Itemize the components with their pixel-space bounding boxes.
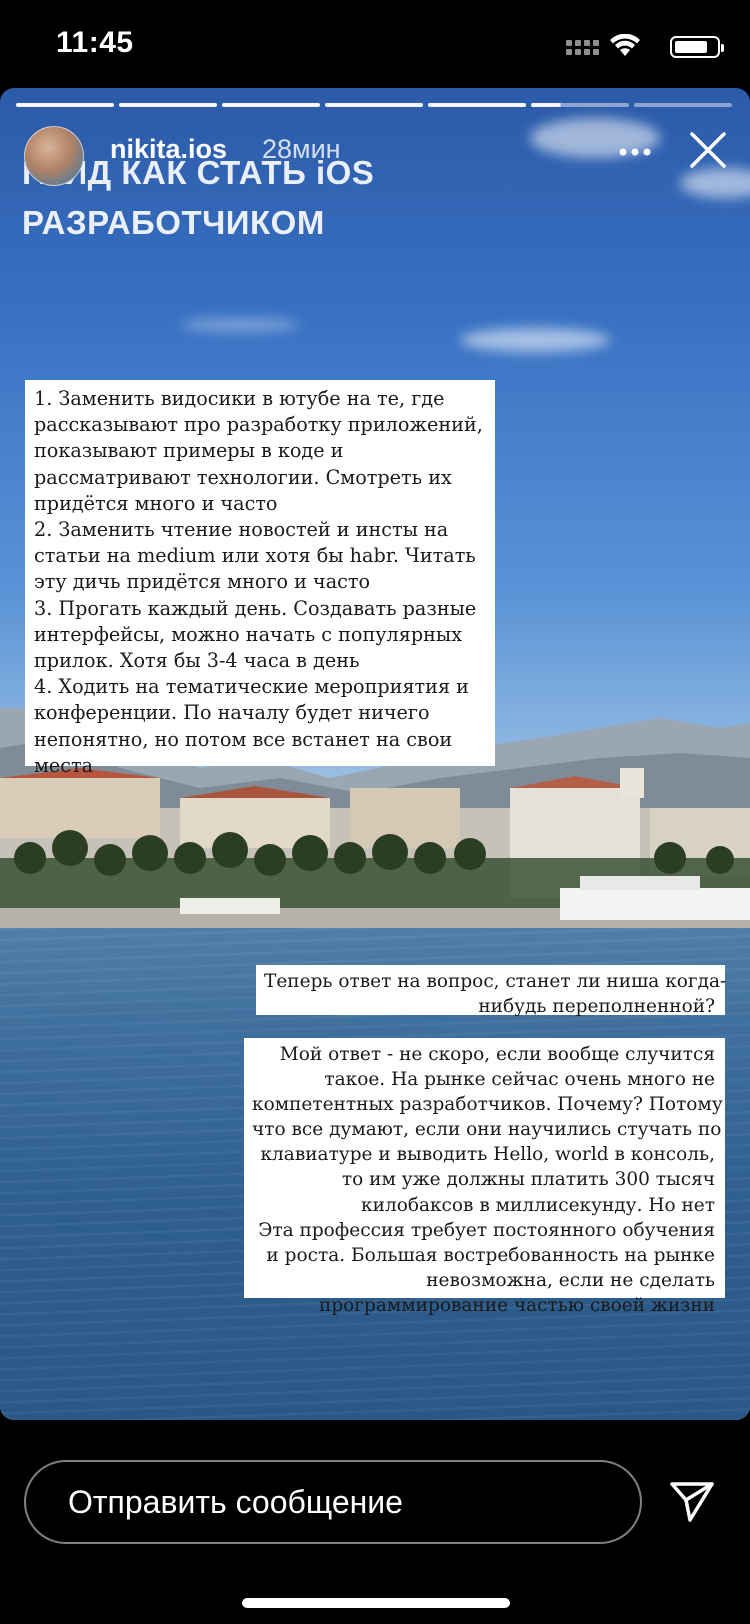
story-text-box-answer: Мой ответ - не скоро, если вообще случит… bbox=[244, 1038, 725, 1316]
text-line: Мой ответ - не скоро, если вообще случит… bbox=[279, 1044, 715, 1065]
status-time: 11:45 bbox=[56, 26, 134, 59]
text-line: невозможна, если не сделать bbox=[426, 1269, 715, 1291]
headline-line: РАЗРАБОТЧИКОМ bbox=[22, 204, 325, 241]
status-bar: 11:45 bbox=[0, 0, 750, 88]
text-line: Эта профессия требует постоянного обучен… bbox=[258, 1219, 715, 1241]
cellular-signal-icon bbox=[566, 40, 600, 56]
text-line: показывают примеры в коде и bbox=[34, 439, 344, 463]
text-line: рассматривают технологии. Смотреть их bbox=[34, 465, 452, 489]
progress-segment-current bbox=[531, 103, 629, 107]
text-line: такое. На рынке сейчас очень много не bbox=[324, 1069, 715, 1091]
text-line: рассказывают про разработку приложений, bbox=[34, 413, 483, 437]
text-line: места bbox=[34, 753, 94, 777]
text-line: эту дичь придётся много и часто bbox=[34, 570, 371, 594]
text-line: что все думают, если они научились стуча… bbox=[252, 1119, 722, 1141]
text-line: 1. Заменить видосики в ютубе на те, где bbox=[34, 387, 445, 410]
home-indicator[interactable] bbox=[242, 1598, 510, 1608]
wifi-icon bbox=[610, 34, 640, 56]
text-line: непонятно, но потом все встанет на свои bbox=[34, 727, 453, 751]
text-line: придётся много и часто bbox=[34, 491, 278, 515]
progress-segment bbox=[634, 103, 732, 107]
story-text-box-question: Теперь ответ на вопрос, станет ли ниша к… bbox=[256, 965, 727, 1017]
username[interactable]: nikita.ios bbox=[110, 134, 227, 165]
text-line: и роста. Большая востребованность на рын… bbox=[266, 1244, 715, 1266]
progress-segment bbox=[325, 103, 423, 107]
text-line: нибудь переполненной? bbox=[478, 996, 715, 1017]
text-line: статьи на medium или хотя бы habr. Читат… bbox=[34, 544, 476, 568]
text-line: 3. Прогать каждый день. Создавать разные bbox=[34, 596, 477, 620]
text-line: конференции. По началу будет ничего bbox=[34, 701, 430, 725]
message-input[interactable]: Отправить сообщение bbox=[24, 1460, 642, 1544]
story-progress-bar bbox=[16, 103, 738, 107]
text-line: прилок. Хотя бы 3-4 часа в день bbox=[34, 649, 360, 673]
text-line: килобаксов в миллисекунду. Но нет bbox=[361, 1194, 715, 1216]
screen: 11:45 ГАЙД КАК СТАТЬ iOS РАЗРАБОТЧИКОМ n… bbox=[0, 0, 750, 1624]
text-line: то им уже должны платить 300 тысяч bbox=[341, 1169, 715, 1191]
status-icons bbox=[540, 32, 724, 60]
battery-icon bbox=[670, 36, 724, 58]
progress-segment bbox=[119, 103, 217, 107]
paper-plane-icon[interactable] bbox=[668, 1476, 716, 1524]
text-line: компетентных разработчиков. Почему? Пото… bbox=[252, 1094, 723, 1116]
more-dots-icon[interactable] bbox=[610, 132, 660, 172]
text-line: Теперь ответ на вопрос, станет ли ниша к… bbox=[264, 971, 727, 992]
text-line: клавиатуре и выводить Hello, world в кон… bbox=[260, 1144, 715, 1166]
progress-segment bbox=[222, 103, 320, 107]
story-viewer[interactable]: ГАЙД КАК СТАТЬ iOS РАЗРАБОТЧИКОМ nikita.… bbox=[0, 88, 750, 1420]
story-text-box-tips: 1. Заменить видосики в ютубе на те, где … bbox=[25, 380, 495, 777]
text-line: интерфейсы, можно начать с популярных bbox=[34, 622, 463, 646]
progress-segment bbox=[16, 103, 114, 107]
story-timestamp: 28мин bbox=[262, 134, 341, 164]
close-icon[interactable] bbox=[686, 128, 730, 172]
text-line: 4. Ходить на тематические мероприятия и bbox=[34, 675, 469, 699]
avatar[interactable] bbox=[24, 126, 84, 186]
text-line: 2. Заменить чтение новостей и инсты на bbox=[34, 518, 449, 542]
text-line: программирование частью своей жизни bbox=[319, 1294, 715, 1316]
progress-segment bbox=[428, 103, 526, 107]
message-input-placeholder: Отправить сообщение bbox=[68, 1484, 403, 1520]
